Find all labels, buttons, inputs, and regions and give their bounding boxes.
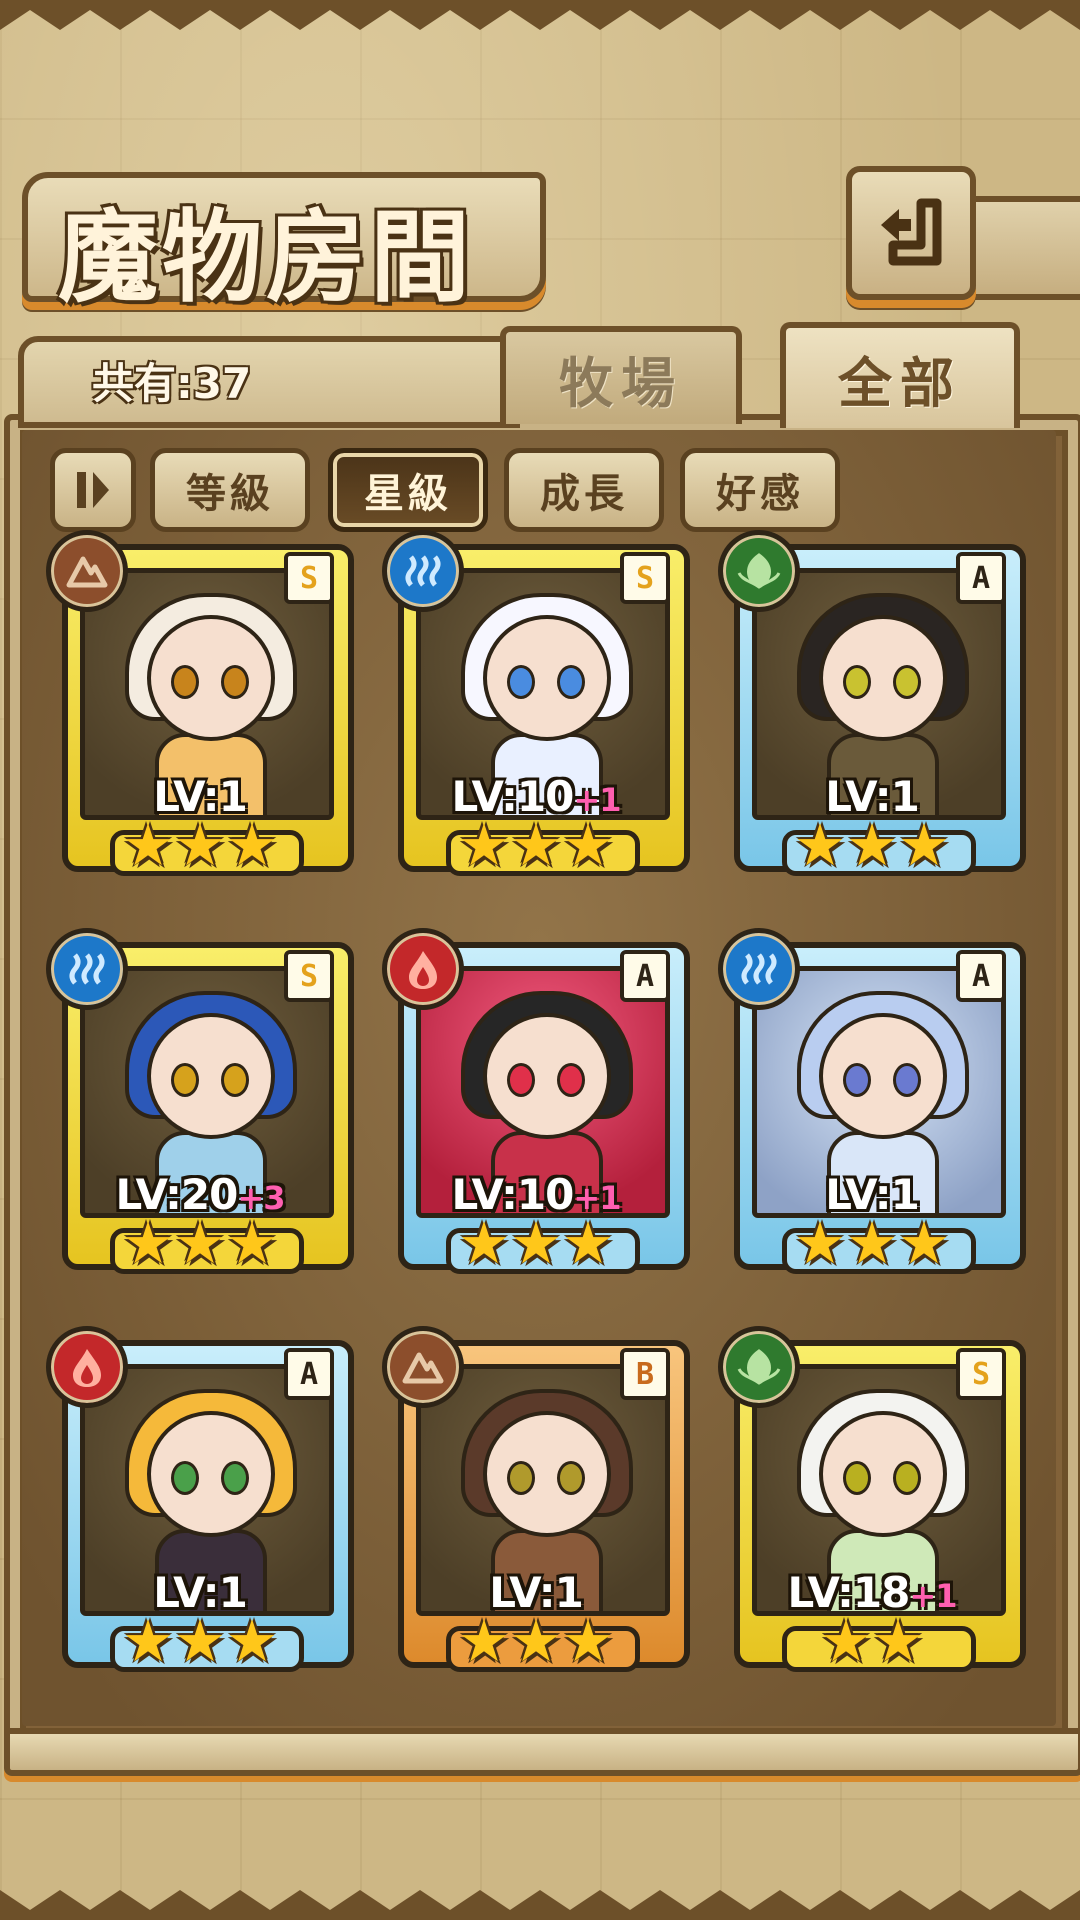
portrait-eye <box>221 665 249 699</box>
rank-badge: S <box>284 950 334 1002</box>
monster-count: 共有:37 <box>92 359 252 408</box>
portrait-eye <box>171 1063 199 1097</box>
fire-element-icon <box>46 1326 128 1408</box>
rank-badge: S <box>284 552 334 604</box>
star-rating: ★★★ <box>50 816 350 874</box>
portrait-face <box>819 1013 947 1139</box>
water-element-icon <box>718 928 800 1010</box>
portrait-eye <box>507 1461 535 1495</box>
tab-all[interactable]: 全部 <box>780 322 1020 428</box>
portrait-eye <box>171 665 199 699</box>
portrait-eye <box>557 665 585 699</box>
portrait-face <box>147 1411 275 1537</box>
back-button-rail <box>962 196 1080 300</box>
stars: ★★★ <box>458 1607 614 1675</box>
sort-order-toggle[interactable] <box>50 448 136 532</box>
portrait-face <box>819 1411 947 1537</box>
rank-badge: B <box>620 1348 670 1400</box>
star-rating: ★★★ <box>50 1612 350 1670</box>
sort-growth-button[interactable]: 成長 <box>504 448 664 532</box>
top-zigzag-border <box>0 0 1080 30</box>
panel-bottom-rail <box>4 1728 1080 1776</box>
monster-card[interactable]: A LV:1 ★★★ <box>718 530 1026 876</box>
star-rating: ★★★ <box>50 1214 350 1272</box>
stars: ★★★ <box>458 1209 614 1277</box>
rank-badge: A <box>956 950 1006 1002</box>
rank-badge: A <box>620 950 670 1002</box>
portrait-eye <box>171 1461 199 1495</box>
portrait-eye <box>557 1461 585 1495</box>
earth-element-icon <box>382 1326 464 1408</box>
star-rating: ★★★ <box>722 816 1022 874</box>
return-arrow-icon <box>881 198 942 266</box>
sort-affection-button[interactable]: 好感 <box>680 448 840 532</box>
page-title: 魔物房間 <box>58 198 474 316</box>
rank-badge: A <box>956 552 1006 604</box>
sort-order-icon <box>77 472 109 508</box>
portrait-face <box>147 1013 275 1139</box>
sort-level-button[interactable]: 等級 <box>150 448 310 532</box>
stars: ★★★ <box>794 1209 950 1277</box>
star-rating: ★★★ <box>386 816 686 874</box>
monster-card[interactable]: A LV:1 ★★★ <box>718 928 1026 1274</box>
monster-card[interactable]: A LV:10+1 ★★★ <box>382 928 690 1274</box>
portrait-eye <box>221 1461 249 1495</box>
portrait-face <box>483 1411 611 1537</box>
stars: ★★★ <box>122 1607 278 1675</box>
rank-badge: S <box>620 552 670 604</box>
monster-card[interactable]: S LV:20+3 ★★★ <box>46 928 354 1274</box>
tab-ranch[interactable]: 牧場 <box>500 326 742 424</box>
water-element-icon <box>46 928 128 1010</box>
bottom-zigzag-border <box>0 1890 1080 1920</box>
star-rating: ★★★ <box>386 1214 686 1272</box>
stars: ★★ <box>820 1607 924 1675</box>
monster-card[interactable]: B LV:1 ★★★ <box>382 1326 690 1672</box>
stars: ★★★ <box>458 811 614 879</box>
portrait-face <box>483 615 611 741</box>
nature-element-icon <box>718 1326 800 1408</box>
portrait-eye <box>893 1461 921 1495</box>
portrait-eye <box>507 665 535 699</box>
stars: ★★★ <box>794 811 950 879</box>
monster-card[interactable]: S LV:1 ★★★ <box>46 530 354 876</box>
portrait-eye <box>893 1063 921 1097</box>
star-rating: ★★ <box>722 1612 1022 1670</box>
portrait-eye <box>221 1063 249 1097</box>
rank-badge: A <box>284 1348 334 1400</box>
portrait-eye <box>557 1063 585 1097</box>
sort-star-button[interactable]: 星級 <box>328 448 488 532</box>
fire-element-icon <box>382 928 464 1010</box>
star-rating: ★★★ <box>722 1214 1022 1272</box>
stars: ★★★ <box>122 811 278 879</box>
stars: ★★★ <box>122 1209 278 1277</box>
monster-card[interactable]: S LV:18+1 ★★ <box>718 1326 1026 1672</box>
portrait-eye <box>843 1461 871 1495</box>
rank-badge: S <box>956 1348 1006 1400</box>
star-rating: ★★★ <box>386 1612 686 1670</box>
portrait-face <box>819 615 947 741</box>
earth-element-icon <box>46 530 128 612</box>
portrait-eye <box>893 665 921 699</box>
portrait-eye <box>843 665 871 699</box>
portrait-eye <box>843 1063 871 1097</box>
back-button[interactable] <box>846 166 976 300</box>
portrait-face <box>483 1013 611 1139</box>
monster-card[interactable]: S LV:10+1 ★★★ <box>382 530 690 876</box>
water-element-icon <box>382 530 464 612</box>
portrait-face <box>147 615 275 741</box>
portrait-eye <box>507 1063 535 1097</box>
nature-element-icon <box>718 530 800 612</box>
monster-card[interactable]: A LV:1 ★★★ <box>46 1326 354 1672</box>
